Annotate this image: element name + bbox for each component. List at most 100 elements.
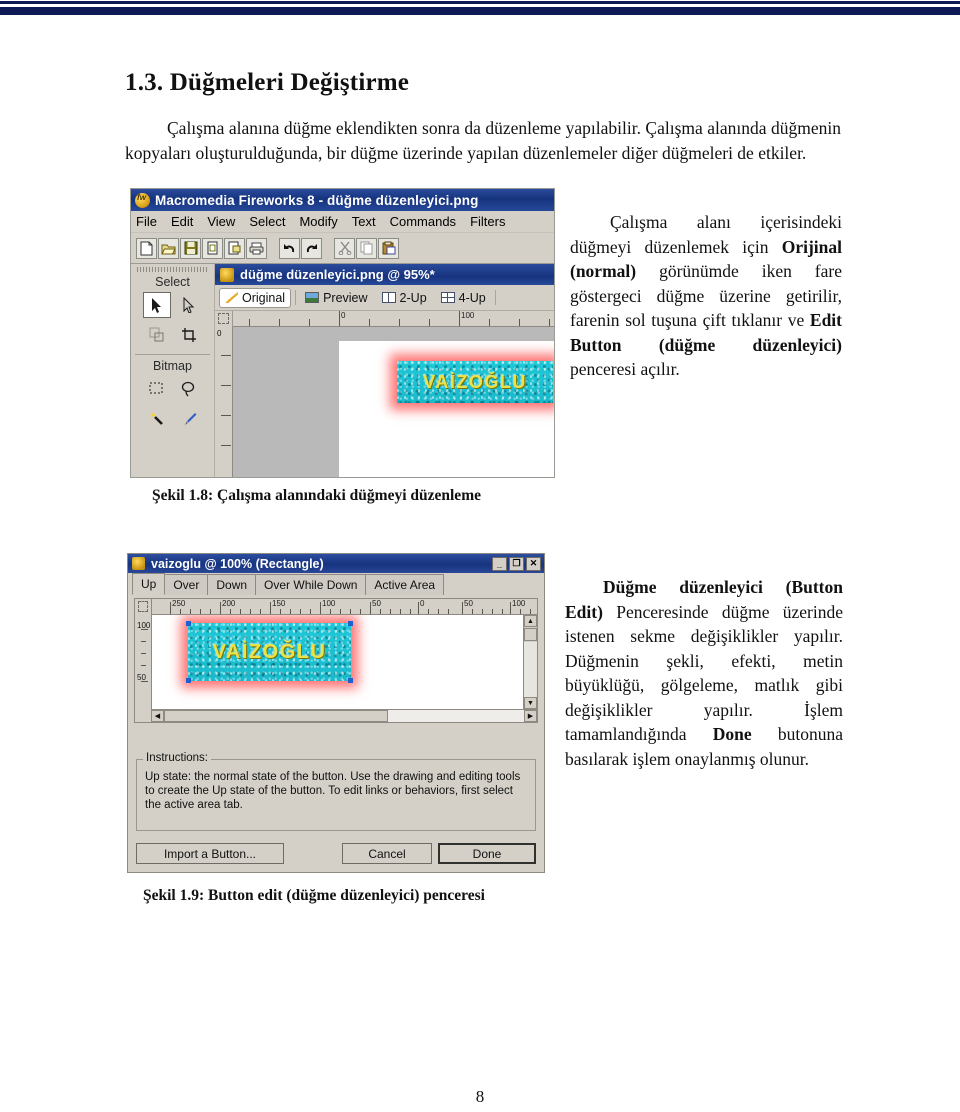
copy-icon[interactable] xyxy=(356,237,377,259)
vaizoglu-button-label: VAİZOĞLU xyxy=(423,371,527,392)
fireworks-titlebar: Macromedia Fireworks 8 - düğme düzenleyi… xyxy=(131,189,554,211)
ruler-h-label-50b: 50 xyxy=(464,599,473,608)
intro-paragraph: Çalışma alanına düğme eklendikten sonra … xyxy=(125,117,841,163)
vertical-scroll-thumb[interactable] xyxy=(524,628,537,641)
fireworks-logo-icon xyxy=(135,192,150,208)
menu-commands[interactable]: Commands xyxy=(390,214,456,229)
cut-scissors-icon[interactable] xyxy=(334,237,355,259)
ruler-origin-corner[interactable] xyxy=(215,311,233,327)
menu-text[interactable]: Text xyxy=(352,214,376,229)
four-up-icon xyxy=(440,292,455,303)
menu-modify[interactable]: Modify xyxy=(299,214,337,229)
brush-tool-icon[interactable] xyxy=(175,406,203,432)
tab-active-area[interactable]: Active Area xyxy=(365,574,445,595)
horizontal-scroll-track[interactable] xyxy=(387,710,524,722)
stage-ruler-corner[interactable] xyxy=(135,599,152,615)
cancel-button[interactable]: Cancel xyxy=(342,843,432,864)
button-edit-dialog[interactable]: vaizoglu @ 100% (Rectangle) _ ❐ ✕ Up Ove… xyxy=(127,553,545,873)
tab-over-while-down[interactable]: Over While Down xyxy=(255,574,367,595)
vaizoglu-button-graphic[interactable]: VAİZOĞLU xyxy=(188,623,351,681)
canvas-row: 0 VAİZOĞLU xyxy=(215,327,554,477)
horizontal-scroll-thumb[interactable] xyxy=(164,710,388,722)
button-state-tabs[interactable]: Up Over Down Over While Down Active Area xyxy=(128,573,544,595)
fireworks-toolbar[interactable] xyxy=(131,233,554,264)
menu-view[interactable]: View xyxy=(207,214,235,229)
fireworks-window[interactable]: Macromedia Fireworks 8 - düğme düzenleyi… xyxy=(130,188,555,478)
panel-grip[interactable] xyxy=(137,267,208,272)
menu-filters[interactable]: Filters xyxy=(470,214,505,229)
tool-grid-bitmap[interactable] xyxy=(131,376,214,432)
selection-handle-tr[interactable] xyxy=(348,621,353,626)
open-folder-icon[interactable] xyxy=(158,237,179,259)
scroll-down-arrow-icon[interactable]: ▼ xyxy=(524,697,537,709)
stage-ruler-row: 250 200 150 100 50 0 50 100 xyxy=(135,599,537,615)
vertical-scrollbar[interactable]: ▲ ▼ xyxy=(523,615,537,709)
export-icon[interactable] xyxy=(224,237,245,259)
tab-down[interactable]: Down xyxy=(207,574,257,595)
header-rule-thick xyxy=(0,7,960,15)
selection-handle-tl[interactable] xyxy=(186,621,191,626)
scroll-right-arrow-icon[interactable]: ▶ xyxy=(524,710,537,722)
png-file-icon xyxy=(220,267,234,282)
window-controls[interactable]: _ ❐ ✕ xyxy=(492,556,544,571)
paste-icon[interactable] xyxy=(378,237,399,259)
selection-handle-bl[interactable] xyxy=(186,678,191,683)
done-button[interactable]: Done xyxy=(438,843,536,864)
document-area: düğme düzenleyici.png @ 95%* Original Pr… xyxy=(215,264,554,477)
magic-wand-tool-icon[interactable] xyxy=(143,406,171,432)
dialog-button-row[interactable]: Import a Button... Cancel Done xyxy=(136,843,536,864)
png-file-icon xyxy=(132,557,145,570)
ruler-h-label-100: 100 xyxy=(322,599,336,608)
tab-original[interactable]: Original xyxy=(219,287,292,308)
tool-grid-select[interactable] xyxy=(131,292,214,348)
pointer-tool-icon[interactable] xyxy=(142,292,171,318)
vertical-scroll-track[interactable] xyxy=(524,642,537,697)
tab-2up-label: 2-Up xyxy=(399,290,427,305)
tools-panel[interactable]: Select Bitmap xyxy=(131,264,215,477)
tab-4up[interactable]: 4-Up xyxy=(436,289,491,307)
ruler-h-label-100: 100 xyxy=(461,311,475,320)
save-disk-icon[interactable] xyxy=(180,237,201,259)
tab-preview-label: Preview xyxy=(323,290,368,305)
menu-edit[interactable]: Edit xyxy=(171,214,193,229)
maximize-button[interactable]: ❐ xyxy=(509,556,524,571)
scale-tool-icon[interactable] xyxy=(143,322,171,348)
ruler-h-label-50: 50 xyxy=(372,599,381,608)
horizontal-scrollbar[interactable]: ◀ ▶ xyxy=(151,709,537,722)
scroll-up-arrow-icon[interactable]: ▲ xyxy=(524,615,537,627)
minimize-button[interactable]: _ xyxy=(492,556,507,571)
fireworks-menubar[interactable]: File Edit View Select Modify Text Comman… xyxy=(131,211,554,233)
subselection-tool-icon[interactable] xyxy=(175,292,203,318)
tool-divider xyxy=(135,354,210,355)
print-icon[interactable] xyxy=(246,237,267,259)
menu-select[interactable]: Select xyxy=(249,214,285,229)
scroll-left-arrow-icon[interactable]: ◀ xyxy=(151,710,164,722)
tab-over[interactable]: Over xyxy=(164,574,209,595)
new-document-icon[interactable] xyxy=(136,237,157,259)
stage-canvas[interactable]: VAİZOĞLU xyxy=(152,615,523,709)
button-edit-window-title: vaizoglu @ 100% (Rectangle) xyxy=(151,556,324,571)
pencil-icon xyxy=(225,292,238,303)
undo-arrow-icon[interactable] xyxy=(279,237,300,259)
tab-separator-2 xyxy=(494,290,496,305)
horizontal-scrollbar-row[interactable]: ◀ ▶ xyxy=(135,709,537,722)
tab-2up[interactable]: 2-Up xyxy=(377,289,432,307)
tab-separator-1 xyxy=(295,290,297,305)
tab-4up-label: 4-Up xyxy=(458,290,486,305)
tab-preview[interactable]: Preview xyxy=(300,289,372,307)
selection-handle-br[interactable] xyxy=(348,678,353,683)
stage-canvas-row: 100 50 VAİZOĞLU ▲ ▼ xyxy=(135,615,537,709)
tab-up[interactable]: Up xyxy=(132,573,166,595)
menu-file[interactable]: File xyxy=(136,214,157,229)
import-icon[interactable] xyxy=(202,237,223,259)
view-mode-tabs[interactable]: Original Preview 2-Up 4-Up xyxy=(215,285,554,311)
marquee-tool-icon[interactable] xyxy=(143,376,171,402)
lasso-tool-icon[interactable] xyxy=(175,376,203,402)
canvas-area[interactable]: VAİZOĞLU xyxy=(233,327,554,477)
import-a-button-button[interactable]: Import a Button... xyxy=(136,843,284,864)
crop-tool-icon[interactable] xyxy=(175,322,203,348)
redo-arrow-icon[interactable] xyxy=(301,237,322,259)
vaizoglu-button-graphic[interactable]: VAİZOĞLU xyxy=(397,361,553,403)
close-button[interactable]: ✕ xyxy=(526,556,541,571)
tool-section-label-select: Select xyxy=(155,275,190,289)
